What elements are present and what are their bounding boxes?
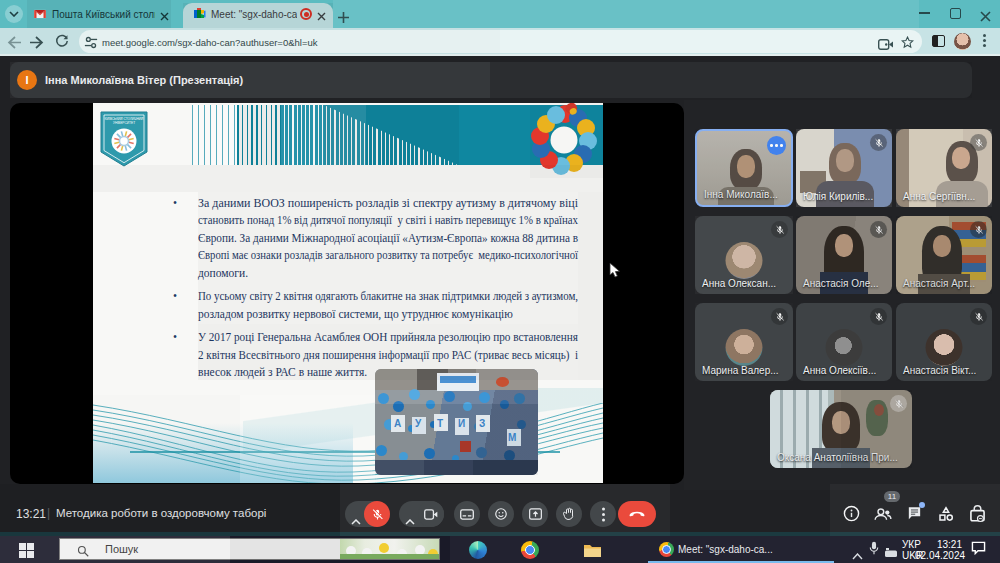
svg-text:УНІВЕРСИТЕТ: УНІВЕРСИТЕТ [113,121,135,125]
